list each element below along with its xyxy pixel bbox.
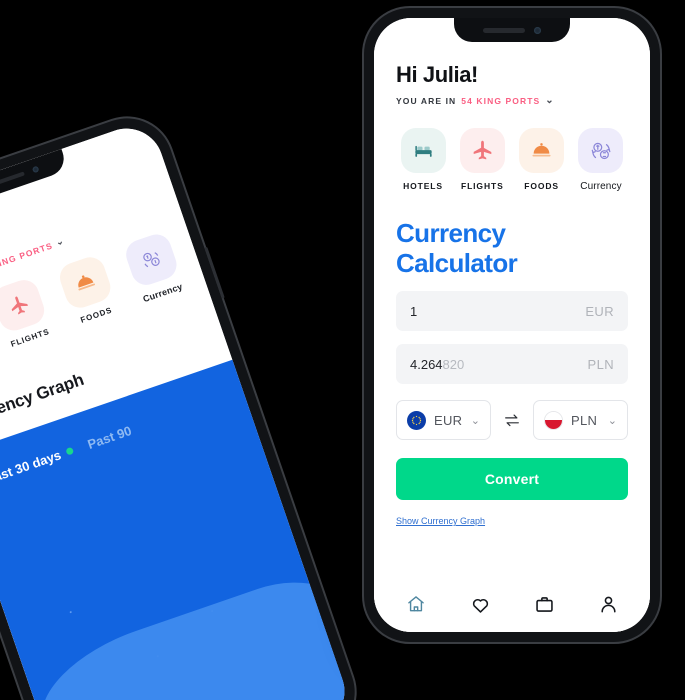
food-dome-icon bbox=[519, 128, 565, 173]
title-line-2: Calculator bbox=[396, 248, 518, 279]
currency-selector-row: EUR ⌄ PLN ⌄ bbox=[396, 400, 628, 441]
tab-past-30-days[interactable]: Past 30 days bbox=[0, 443, 75, 487]
amount-value: 1 bbox=[410, 303, 418, 319]
category-foods[interactable]: FOODS bbox=[515, 128, 569, 192]
location-name: 54 KING PORTS bbox=[461, 96, 541, 106]
result-value-fraction: 820 bbox=[442, 356, 465, 372]
result-value: 4.264820 bbox=[410, 357, 464, 372]
category-foods[interactable]: FOODS bbox=[55, 253, 121, 328]
eu-flag-icon bbox=[407, 410, 426, 430]
food-dome-icon bbox=[55, 253, 115, 312]
briefcase-icon bbox=[535, 596, 553, 612]
category-label: FOODS bbox=[524, 181, 560, 191]
grid-point bbox=[69, 610, 72, 614]
category-flights[interactable]: FLIGHTS bbox=[0, 276, 55, 351]
category-row: HOTELS FLIGHTS FOODS Currency bbox=[396, 128, 628, 192]
front-phone-screen: Hi Julia! YOU ARE IN 54 KING PORTS ⌄ HOT… bbox=[374, 18, 650, 632]
swap-arrows-icon[interactable] bbox=[501, 413, 523, 427]
poland-flag-icon bbox=[544, 410, 563, 430]
tab-past-90-days[interactable]: Past 90 bbox=[86, 423, 134, 452]
category-hotels[interactable]: HOTELS bbox=[396, 128, 450, 192]
result-value-main: 4.264 bbox=[410, 356, 443, 372]
tab-label: Past 90 bbox=[85, 422, 134, 452]
earpiece-speaker-icon bbox=[0, 171, 25, 189]
category-currency[interactable]: Currency bbox=[574, 128, 628, 192]
front-camera-icon bbox=[534, 26, 541, 34]
category-label: HOTELS bbox=[403, 181, 443, 191]
convert-button[interactable]: Convert bbox=[396, 458, 628, 501]
bed-icon bbox=[400, 128, 446, 173]
result-currency-code: PLN bbox=[587, 356, 614, 372]
currency-exchange-icon bbox=[578, 128, 624, 173]
page-title: Currency Calculator bbox=[396, 218, 628, 278]
front-camera-icon bbox=[31, 165, 40, 174]
badge-value: 1 bbox=[285, 480, 294, 492]
heart-icon bbox=[472, 598, 488, 613]
earpiece-speaker-icon bbox=[483, 27, 525, 33]
location-selector[interactable]: YOU ARE IN 54 KING PORTS ⌄ bbox=[396, 95, 628, 107]
to-currency-select[interactable]: PLN ⌄ bbox=[533, 400, 628, 441]
amount-currency-code: EUR bbox=[585, 303, 614, 319]
category-label: FOODS bbox=[79, 305, 114, 325]
chevron-down-icon: ⌄ bbox=[607, 414, 617, 427]
currency-exchange-icon bbox=[122, 230, 181, 289]
front-phone-device: Hi Julia! YOU ARE IN 54 KING PORTS ⌄ HOT… bbox=[364, 8, 660, 642]
result-output-field[interactable]: 4.264820 PLN bbox=[396, 344, 628, 385]
location-prefix: YOU ARE IN bbox=[396, 96, 457, 106]
from-currency-code: EUR bbox=[434, 412, 463, 428]
graph-area-fill bbox=[23, 559, 355, 700]
category-label: FLIGHTS bbox=[460, 181, 504, 191]
title-line-1: Currency bbox=[396, 218, 506, 248]
to-currency-code: PLN bbox=[571, 412, 598, 428]
nav-profile-button[interactable] bbox=[588, 587, 628, 621]
graph-tooltip-badge: 15 J 1 bbox=[270, 456, 318, 503]
category-flights[interactable]: FLIGHTS bbox=[455, 128, 509, 192]
nav-trips-button[interactable] bbox=[524, 587, 564, 621]
notch bbox=[454, 18, 570, 42]
person-icon bbox=[600, 596, 616, 612]
tab-label: Past 30 days bbox=[0, 447, 64, 488]
back-phone-device: Hi Julia! YOU ARE IN 54 KING PORTS ⌄ bbox=[0, 105, 368, 700]
show-currency-graph-link[interactable]: Show Currency Graph bbox=[396, 516, 485, 526]
airplane-icon bbox=[459, 128, 505, 173]
greeting-text: Hi Julia! bbox=[396, 62, 478, 87]
graph-title: Currency Graph bbox=[0, 369, 87, 430]
airplane-icon bbox=[0, 276, 49, 335]
bottom-navigation-bar bbox=[374, 582, 650, 632]
amount-input-field[interactable]: 1 EUR bbox=[396, 291, 628, 332]
nav-home-button[interactable] bbox=[396, 587, 436, 621]
back-phone-screen: Hi Julia! YOU ARE IN 54 KING PORTS ⌄ bbox=[0, 118, 355, 700]
currency-graph-panel: Currency Graph Past 30 days Past 90 15 J… bbox=[0, 346, 355, 700]
badge-date: 15 J bbox=[281, 465, 302, 482]
from-currency-select[interactable]: EUR ⌄ bbox=[396, 400, 491, 441]
category-label: Currency bbox=[580, 181, 622, 192]
active-dot-icon bbox=[65, 446, 74, 456]
nav-favorites-button[interactable] bbox=[460, 587, 500, 621]
home-icon bbox=[408, 596, 424, 612]
chevron-down-icon: ⌄ bbox=[545, 95, 555, 106]
category-currency[interactable]: Currency bbox=[121, 230, 187, 305]
app-mockup-canvas: Hi Julia! YOU ARE IN 54 KING PORTS ⌄ bbox=[0, 0, 685, 700]
chevron-down-icon: ⌄ bbox=[470, 414, 480, 427]
